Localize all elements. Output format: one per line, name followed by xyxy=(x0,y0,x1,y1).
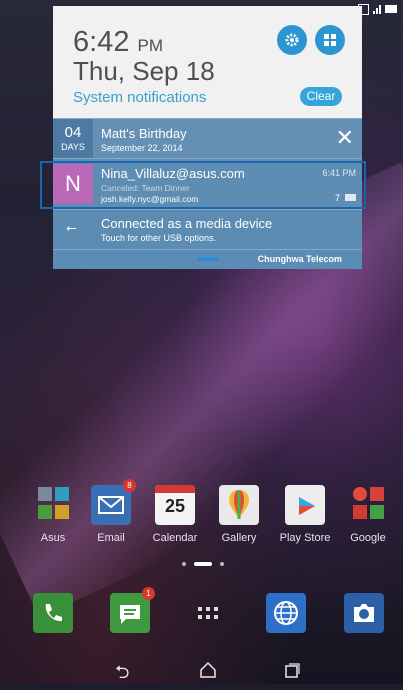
clear-button[interactable]: Clear xyxy=(300,87,342,106)
page-indicator xyxy=(182,562,224,566)
usb-icon: ⭠ xyxy=(66,220,77,235)
quick-settings-button[interactable] xyxy=(315,25,345,55)
date: Thu, Sep 18 xyxy=(73,56,215,86)
clock-time: 6:42 xyxy=(73,26,130,58)
app-drawer-icon xyxy=(198,607,218,619)
day-unit: DAYS xyxy=(61,142,85,152)
close-icon[interactable]: ✕ xyxy=(336,127,354,149)
grid-icon xyxy=(324,34,336,46)
app-label: Asus xyxy=(40,532,66,544)
days-countdown: 04 DAYS xyxy=(53,119,93,158)
dock-messaging[interactable]: 1 xyxy=(110,587,155,633)
dock-browser[interactable] xyxy=(266,593,306,633)
notification-title: Matt's Birthday xyxy=(101,126,187,141)
calendar-app-icon: 25 xyxy=(155,485,195,525)
google-folder-icon xyxy=(348,485,388,525)
messaging-badge: 1 xyxy=(142,587,155,600)
app-label: Gallery xyxy=(221,532,257,544)
panel-footer: Chunghwa Telecom xyxy=(53,249,362,269)
page-dot xyxy=(182,562,186,566)
page-dot-active xyxy=(194,562,212,566)
app-label: Play Store xyxy=(279,532,331,544)
app-label: Google xyxy=(350,532,386,544)
app-label: Email xyxy=(97,532,125,544)
gallery-app-icon xyxy=(219,485,259,525)
dock-camera[interactable] xyxy=(344,593,384,633)
calendar-day: 25 xyxy=(164,496,186,516)
system-notifications-label: System notifications xyxy=(73,89,207,106)
email-notification[interactable]: N Nina_Villaluz@asus.com Canceled: Team … xyxy=(40,158,366,209)
recents-icon[interactable] xyxy=(284,662,300,678)
play-store-icon xyxy=(285,485,325,525)
gear-icon xyxy=(285,33,299,47)
app-calendar[interactable]: 25 Calendar xyxy=(145,485,205,544)
back-icon[interactable]: ⮌ xyxy=(115,660,129,690)
notification-subtitle: Touch for other USB options. xyxy=(101,233,217,243)
clock-ampm: PM xyxy=(137,36,164,55)
email-badge: 8 xyxy=(123,479,136,492)
drag-handle[interactable] xyxy=(197,257,219,261)
browser-icon xyxy=(274,601,298,625)
notification-title: Connected as a media device xyxy=(101,216,273,231)
asus-folder-icon xyxy=(33,485,73,525)
messaging-icon xyxy=(120,605,140,624)
app-email[interactable]: 8 Email xyxy=(81,479,141,544)
battery-icon xyxy=(385,5,397,13)
phone-icon xyxy=(45,604,62,622)
carrier-name: Chunghwa Telecom xyxy=(257,254,342,264)
birthday-notification[interactable]: 04 DAYS Matt's Birthday September 22, 20… xyxy=(53,118,362,158)
notification-subtitle: September 22, 2014 xyxy=(101,143,183,153)
email-app-icon: 8 xyxy=(91,479,136,525)
day-count: 04 xyxy=(64,124,82,141)
clock: 6:42 PM xyxy=(73,26,163,59)
home-icon[interactable] xyxy=(199,661,217,679)
camera-icon xyxy=(354,604,374,622)
navigation-bar: ⮌ xyxy=(0,660,403,684)
notification-panel: 6:42 PM Thu, Sep 18 System notifications… xyxy=(40,6,366,269)
app-asus-folder[interactable]: Asus xyxy=(23,485,83,544)
status-bar xyxy=(358,2,397,16)
app-play-store[interactable]: Play Store xyxy=(275,485,335,544)
dock-app-drawer[interactable] xyxy=(188,593,228,633)
app-google-folder[interactable]: Google xyxy=(338,485,398,544)
app-gallery[interactable]: Gallery xyxy=(209,485,269,544)
usb-notification[interactable]: ⭠ Connected as a media device Touch for … xyxy=(53,209,362,249)
app-label: Calendar xyxy=(152,532,198,544)
settings-button[interactable] xyxy=(277,25,307,55)
dock-phone[interactable] xyxy=(33,593,73,633)
page-dot xyxy=(220,562,224,566)
panel-header: 6:42 PM Thu, Sep 18 System notifications… xyxy=(53,6,362,118)
selection-highlight xyxy=(40,161,366,209)
signal-icon xyxy=(373,4,381,14)
